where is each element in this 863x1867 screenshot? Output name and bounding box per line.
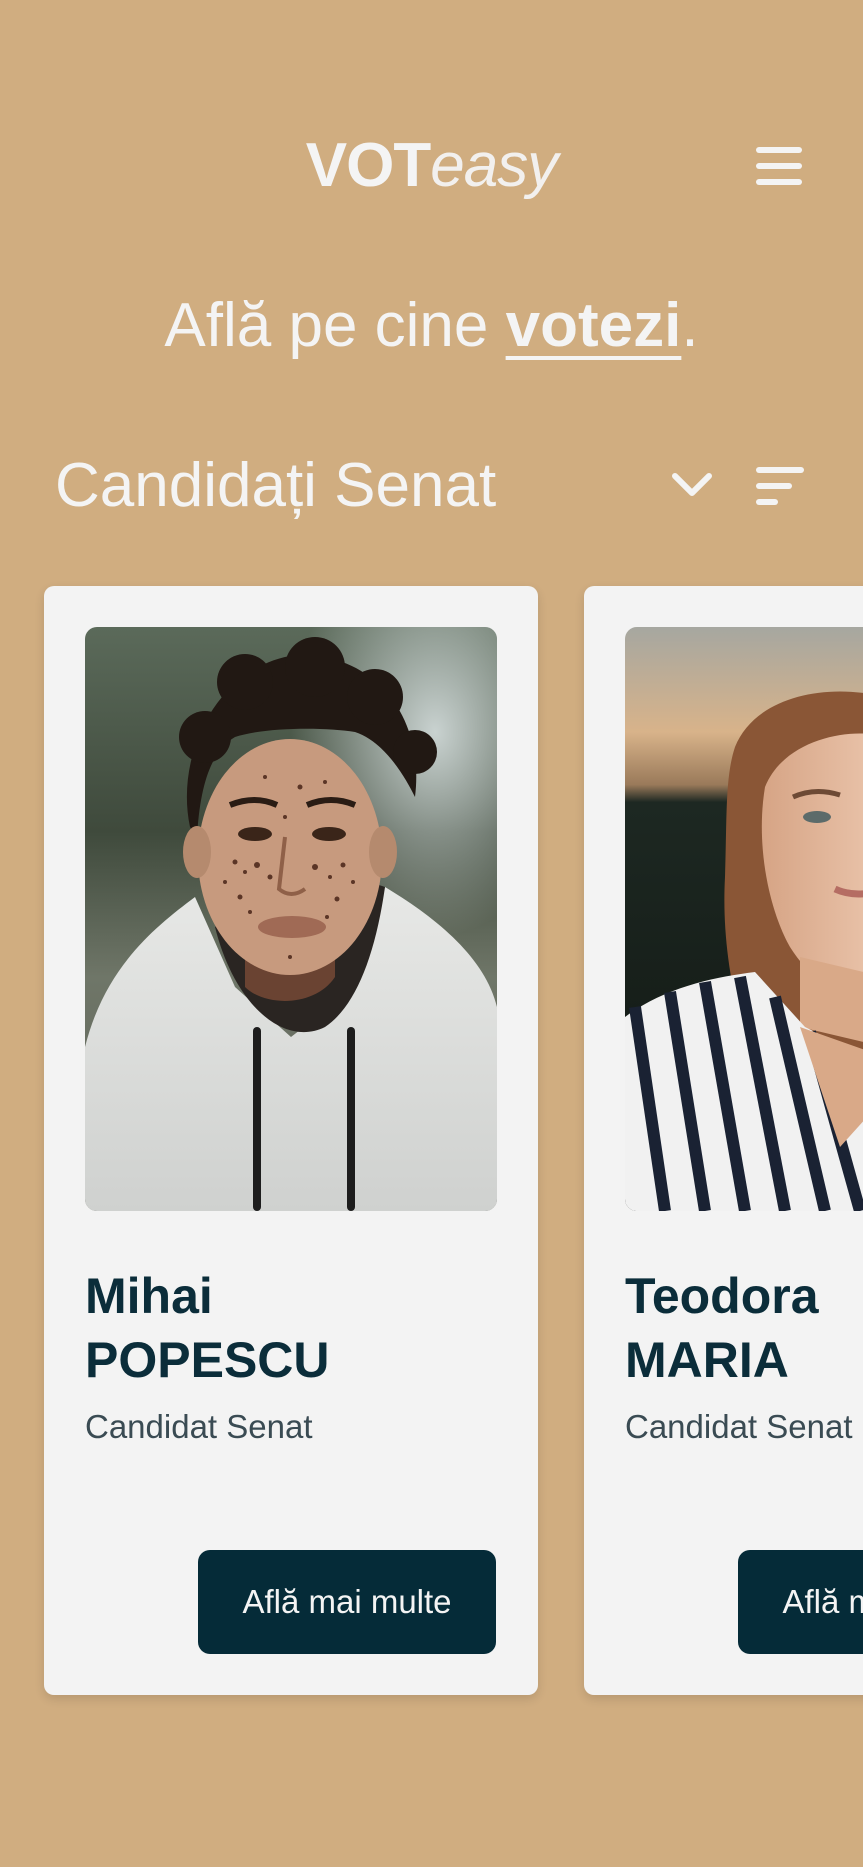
candidate-card: Mihai POPESCU Candidat Senat Află mai mu…	[44, 586, 538, 1695]
tagline-emphasis: votezi	[505, 291, 682, 360]
candidate-name: Mihai POPESCU	[85, 1264, 330, 1392]
candidate-last-name: POPESCU	[85, 1332, 330, 1388]
learn-more-button[interactable]: Află mai multe	[738, 1550, 863, 1654]
learn-more-button[interactable]: Află mai multe	[198, 1550, 496, 1654]
candidate-card: Teodora MARIA Candidat Senat Află mai mu…	[584, 586, 863, 1695]
candidate-first-name: Teodora	[625, 1268, 819, 1324]
candidate-role: Candidat Senat	[85, 1408, 313, 1445]
section-title: Candidați Senat	[55, 451, 497, 520]
candidate-first-name: Mihai	[85, 1268, 213, 1324]
candidate-name: Teodora MARIA	[625, 1264, 819, 1392]
candidate-last-name: MARIA	[625, 1332, 789, 1388]
app-logo[interactable]: VOTeasy	[0, 128, 863, 204]
tagline-suffix: .	[681, 291, 699, 360]
candidate-photo	[85, 627, 497, 1211]
candidate-role: Candidat Senat	[625, 1408, 853, 1445]
tagline-prefix: Află pe cine	[164, 291, 506, 360]
hamburger-menu-icon[interactable]	[752, 143, 806, 189]
logo-light-text: easy	[430, 131, 558, 200]
chevron-down-icon[interactable]	[670, 463, 714, 507]
candidate-photo	[625, 627, 863, 1211]
sort-filter-icon[interactable]	[754, 465, 806, 507]
logo-bold-text: VOT	[305, 131, 431, 200]
page: VOTeasy Află pe cine votezi. Candidați S…	[0, 0, 863, 1867]
tagline: Află pe cine votezi.	[0, 288, 863, 364]
